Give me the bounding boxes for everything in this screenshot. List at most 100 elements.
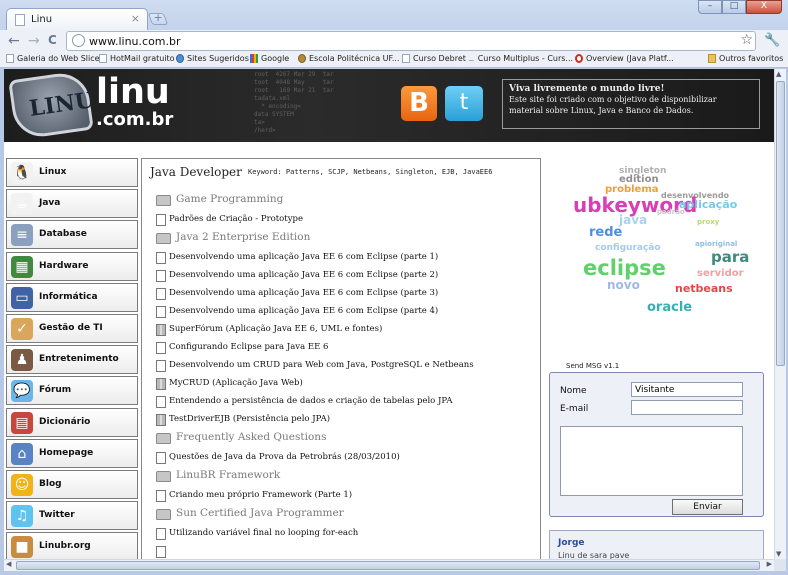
email-field[interactable]	[631, 400, 743, 415]
article-title[interactable]: Configurando Eclipse para Java EE 6	[169, 342, 328, 352]
new-tab-button[interactable]: +	[147, 11, 169, 25]
minimize-button[interactable]: –	[698, 0, 722, 14]
menu-item-f-rum[interactable]: 💬 Fórum	[6, 376, 138, 406]
forward-arrow-icon[interactable]: →	[28, 33, 40, 49]
bookmark-star-icon[interactable]: ☆	[740, 32, 753, 48]
tag-cloud-word[interactable]: eclipse	[583, 256, 666, 280]
menu-item-gest-o-de-ti[interactable]: ✓ Gestão de TI	[6, 313, 138, 343]
tag-cloud-word[interactable]: novo	[607, 278, 640, 292]
article-title[interactable]: Criando meu próprio Framework (Parte 1)	[169, 490, 352, 500]
menu-item-linux[interactable]: 🐧 Linux	[6, 158, 138, 187]
blogger-icon[interactable]: B	[401, 86, 437, 121]
tag-cloud-word[interactable]: java	[619, 213, 647, 227]
wrench-menu-icon[interactable]: 🔧	[764, 33, 780, 48]
article-link[interactable]: MyCRUD (Aplicação Java Web)	[156, 375, 538, 393]
article-link[interactable]: Questões de Java da Prova da Petrobrás (…	[156, 449, 538, 467]
bookmark-item[interactable]: Galeria do Web Slice	[6, 54, 100, 63]
menu-item-label: Blog	[39, 478, 62, 489]
bookmark-item[interactable]: Google	[250, 54, 289, 63]
bookmark-item[interactable]: HotMail gratuito	[99, 54, 175, 63]
article-link[interactable]: SuperFórum (Aplicação Java EE 6, UML e f…	[156, 321, 538, 339]
menu-item-inform-tica[interactable]: ▭ Informática	[6, 282, 138, 312]
tag-cloud-word[interactable]: para	[711, 248, 749, 266]
tag-cloud-word[interactable]: padrão	[657, 208, 685, 216]
menu-item-blog[interactable]: ☺ Blog	[6, 469, 138, 499]
message-field[interactable]	[560, 426, 743, 496]
vertical-scrollbar[interactable]: ▲ ▼	[774, 69, 786, 559]
site-logo-text[interactable]: linu	[96, 75, 170, 110]
name-field[interactable]	[631, 382, 743, 397]
article-link[interactable]: Padrões de Criação - Prototype	[156, 211, 538, 229]
back-arrow-icon[interactable]: ←	[8, 33, 20, 49]
bookmark-item[interactable]: ~ Curso Multiplus - Curs...	[468, 54, 573, 65]
article-link[interactable]: Utilizando variável final no looping for…	[156, 525, 538, 543]
scroll-left-icon[interactable]: ◀	[6, 560, 11, 568]
page-icon	[99, 54, 107, 63]
close-window-button[interactable]: X	[746, 0, 782, 14]
article-link[interactable]: Desenvolvendo um CRUD para Web com Java,…	[156, 357, 538, 375]
menu-item-entretenimento[interactable]: ♟ Entretenimento	[6, 345, 138, 375]
article-title[interactable]: Padrões de Criação - Prototype	[169, 214, 303, 224]
article-title[interactable]: TestDriverEJB (Persistência pelo JPA)	[169, 414, 330, 424]
article-title[interactable]: MyCRUD (Aplicação Java Web)	[169, 378, 303, 388]
close-tab-icon[interactable]: ×	[131, 12, 140, 25]
tag-cloud-word[interactable]: oracle	[647, 300, 692, 315]
menu-item-twitter[interactable]: ♫ Twitter	[6, 501, 138, 531]
scroll-down-icon[interactable]: ▼	[776, 550, 781, 558]
article-title[interactable]: Desenvolvendo uma aplicação Java EE 6 co…	[169, 270, 438, 280]
article-title[interactable]: SuperFórum (Aplicação Java EE 6, UML e f…	[169, 324, 382, 334]
article-title[interactable]: Desenvolvendo uma aplicação Java EE 6 co…	[169, 306, 438, 316]
reload-icon[interactable]: C	[48, 33, 57, 47]
tag-cloud-word[interactable]: rede	[589, 225, 622, 240]
article-link[interactable]: Desenvolvendo uma aplicação Java EE 6 co…	[156, 303, 538, 321]
url-text[interactable]: www.linu.com.br	[89, 35, 181, 48]
menu-item-java[interactable]: ☕ Java	[6, 189, 138, 219]
menu-item-database[interactable]: ≡ Database	[6, 220, 138, 250]
horizontal-scrollbar[interactable]: ◀ ▶	[4, 559, 774, 571]
article-link[interactable]: Entendendo a persistência de dados e cri…	[156, 393, 538, 411]
menu-item-linubr-org[interactable]: ■ Linubr.org	[6, 532, 138, 559]
resize-grip[interactable]	[774, 559, 786, 571]
maximize-button[interactable]: □	[722, 0, 746, 14]
scroll-up-icon[interactable]: ▲	[776, 70, 781, 78]
article-link[interactable]: Desenvolvendo uma aplicação Java EE 6 co…	[156, 249, 538, 267]
article-link[interactable]	[156, 543, 538, 559]
tag-cloud-word[interactable]: netbeans	[675, 282, 733, 295]
vertical-scroll-thumb[interactable]	[776, 81, 785, 366]
bookmark-item[interactable]: Escola Politécnica UF...	[298, 54, 399, 63]
tag-cloud-word[interactable]: servidor	[697, 268, 744, 279]
bookmark-item[interactable]: Overview (Java Platf...	[575, 54, 674, 63]
article-title[interactable]: Desenvolvendo uma aplicação Java EE 6 co…	[169, 288, 438, 298]
menu-item-dicion-rio[interactable]: ▤ Dicionário	[6, 407, 138, 437]
bookmark-item[interactable]: Curso Debret	[402, 54, 466, 63]
address-bar[interactable]: www.linu.com.br ☆	[66, 31, 756, 51]
article-title[interactable]: Desenvolvendo uma aplicação Java EE 6 co…	[169, 252, 438, 262]
bookmark-item[interactable]: Sites Sugeridos	[176, 54, 249, 63]
article-title[interactable]: Questões de Java da Prova da Petrobrás (…	[169, 452, 400, 462]
linu-logo-icon[interactable]: LINU	[8, 69, 96, 141]
send-button[interactable]: Enviar	[672, 499, 743, 515]
tag-cloud-word[interactable]: apioriginal	[695, 240, 737, 248]
other-bookmarks[interactable]: Outros favoritos	[708, 54, 783, 63]
twitter-icon[interactable]: t	[445, 86, 483, 121]
article-title[interactable]: Utilizando variável final no looping for…	[169, 528, 358, 538]
horizontal-scroll-thumb[interactable]	[16, 561, 760, 570]
article-title[interactable]: Entendendo a persistência de dados e cri…	[169, 396, 453, 406]
article-title[interactable]: Desenvolvendo um CRUD para Web com Java,…	[169, 360, 474, 370]
tag-cloud-word[interactable]: aplicação	[679, 198, 737, 211]
page-icon	[156, 214, 166, 226]
page-icon	[156, 396, 166, 408]
scroll-right-icon[interactable]: ▶	[767, 560, 772, 568]
menu-item-homepage[interactable]: ⌂ Homepage	[6, 438, 138, 468]
message-text: Linu de sara pave	[558, 551, 630, 559]
browser-tab[interactable]: Linu ×	[6, 8, 148, 30]
tag-cloud-word[interactable]: proxy	[697, 218, 719, 226]
menu-item-hardware[interactable]: ▦ Hardware	[6, 251, 138, 281]
message-author[interactable]: Jorge	[558, 538, 585, 548]
tag-cloud-word[interactable]: configuração	[595, 243, 661, 253]
article-link[interactable]: Criando meu próprio Framework (Parte 1)	[156, 487, 538, 505]
article-link[interactable]: Desenvolvendo uma aplicação Java EE 6 co…	[156, 285, 538, 303]
article-link[interactable]: Desenvolvendo uma aplicação Java EE 6 co…	[156, 267, 538, 285]
article-link[interactable]: Configurando Eclipse para Java EE 6	[156, 339, 538, 357]
article-link[interactable]: TestDriverEJB (Persistência pelo JPA)	[156, 411, 538, 429]
